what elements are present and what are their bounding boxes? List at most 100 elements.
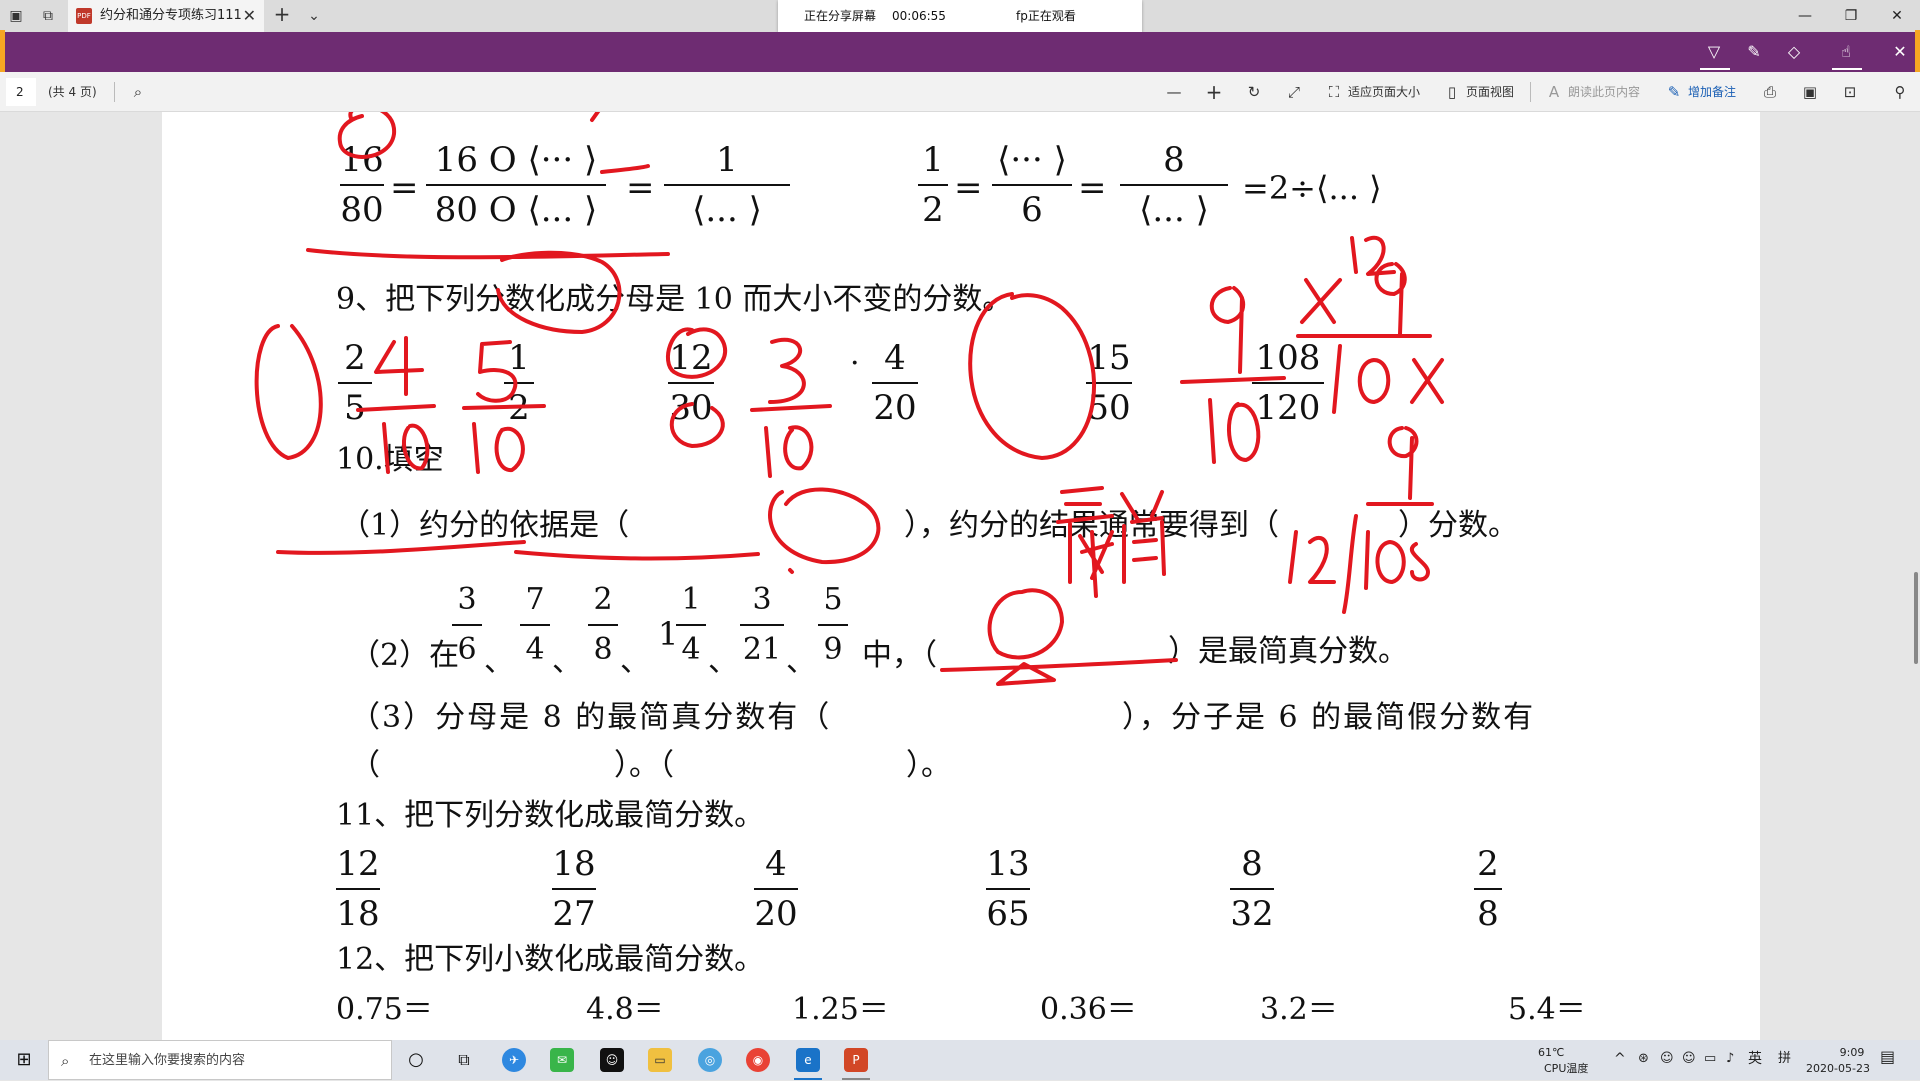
ink-handwriting-9	[1387, 426, 1419, 500]
new-tab-icon[interactable]: +	[272, 4, 292, 24]
scrollbar-thumb[interactable]	[1914, 572, 1918, 664]
ink-circle	[666, 327, 728, 379]
ink-underline	[306, 248, 670, 260]
add-note-button[interactable]: 增加备注	[1688, 72, 1736, 112]
eraser-icon[interactable]: ◇	[1782, 40, 1806, 64]
rotate-icon[interactable]: ↻	[1244, 82, 1264, 102]
ink-handwriting-zui	[1056, 486, 1114, 584]
zoom-in-icon[interactable]: +	[1204, 82, 1224, 102]
minimize-icon[interactable]: —	[1782, 0, 1828, 32]
qq-tray-icon[interactable]: ☺	[1682, 1052, 1696, 1066]
share-frame-corner	[0, 30, 5, 74]
tab-dropdown-icon[interactable]: ⌄	[304, 6, 324, 26]
save-as-icon[interactable]: ⊡	[1840, 82, 1860, 102]
chevron-up-icon[interactable]: ^	[1614, 1052, 1626, 1066]
ink-underline	[940, 658, 1178, 672]
volume-icon[interactable]: ♪	[1726, 1052, 1734, 1066]
ink-handwriting-12	[1288, 530, 1336, 584]
divider	[114, 82, 115, 102]
fit-page-icon[interactable]: ⛶	[1324, 82, 1344, 102]
pen-icon[interactable]: ▽	[1702, 40, 1726, 64]
ink-fraction-bar	[750, 404, 832, 412]
ink-circle	[987, 588, 1064, 660]
save-icon[interactable]: ▣	[1800, 82, 1820, 102]
powerpoint-icon[interactable]: P	[844, 1048, 868, 1072]
ink-circle	[968, 292, 1097, 460]
ink-handwriting-jian	[1120, 490, 1166, 584]
add-note-icon[interactable]: ✎	[1664, 82, 1684, 102]
ink-handwriting-10	[382, 422, 430, 474]
highlighter-icon[interactable]: ✎	[1742, 40, 1766, 64]
close-window-icon[interactable]: ✕	[1874, 0, 1920, 32]
ink-handwriting-9	[1209, 286, 1245, 374]
ink-stroke	[590, 112, 601, 122]
pdf-toolbar: 2 (共 4 页) ⌕ — + ↻ ⤢ ⛶ 适应页面大小 ▯ 页面视图 A 朗读…	[0, 72, 1920, 112]
pen-active-indicator	[1700, 68, 1730, 70]
zoom-out-icon[interactable]: —	[1164, 82, 1184, 102]
ink-fraction-bar	[1180, 376, 1286, 384]
feishu-icon[interactable]: ✈	[502, 1048, 526, 1072]
read-aloud-icon[interactable]: A	[1544, 82, 1564, 102]
divider	[1530, 82, 1531, 102]
ink-annotations	[254, 112, 1444, 686]
cpu-temp-label: CPU温度	[1544, 1062, 1589, 1075]
ink-circle	[254, 324, 323, 460]
ink-fraction-bar	[462, 404, 546, 410]
ink-circle	[669, 402, 725, 448]
print-icon[interactable]: ⎙	[1760, 82, 1780, 102]
pdf-viewer[interactable]: 16 80 = 16 O ⟨··· ⟩ 80 O ⟨... ⟩ = 1 ⟨... ⟩ …	[0, 112, 1920, 1040]
ink-fraction-bar	[356, 404, 436, 412]
qq-tray-icon[interactable]: ☺	[1660, 1052, 1674, 1066]
ink-circle	[768, 487, 881, 565]
ink-handwriting-10	[1208, 398, 1261, 464]
ink-handwriting-3	[768, 337, 806, 404]
wechat-icon[interactable]: ✉	[550, 1048, 574, 1072]
read-aloud-button[interactable]: 朗读此页内容	[1568, 72, 1640, 112]
page-number-input[interactable]: 2	[6, 78, 36, 106]
page-view-button[interactable]: 页面视图	[1466, 72, 1514, 112]
ime-mode-indicator[interactable]: 拼	[1778, 1052, 1791, 1066]
ime-indicator[interactable]: 英	[1748, 1052, 1762, 1066]
qq-icon[interactable]: ☺	[600, 1048, 624, 1072]
notifications-icon[interactable]: ▤	[1880, 1049, 1895, 1065]
file-explorer-icon[interactable]: ▭	[648, 1048, 672, 1072]
search-input[interactable]: 在这里输入你要搜索的内容	[89, 1041, 245, 1081]
share-status: 正在分享屏幕	[804, 9, 877, 23]
cortana-icon[interactable]: ○	[404, 1048, 428, 1072]
ink-handwriting-x	[1300, 278, 1342, 324]
clock-date[interactable]: 2020-05-23	[1796, 1062, 1880, 1076]
tab-close-icon[interactable]: ✕	[243, 0, 256, 32]
ink-handwriting-108	[1364, 530, 1430, 590]
fit-page-button[interactable]: 适应页面大小	[1348, 72, 1420, 112]
touch-writing-icon[interactable]: ☝	[1834, 40, 1858, 64]
search-icon: ⌕	[61, 1052, 70, 1070]
ink-handwriting-10	[764, 425, 814, 478]
ink-handwriting-4	[374, 336, 424, 396]
screen-share-banner: 正在分享屏幕 00:06:55 fp正在观看	[778, 0, 1142, 32]
set-aside-tabs-icon[interactable]: ⧉	[38, 6, 58, 26]
task-view-icon[interactable]: ⧉	[452, 1048, 476, 1072]
chrome-icon[interactable]: ◉	[746, 1048, 770, 1072]
pin-toolbar-icon[interactable]: ⚲	[1890, 82, 1910, 102]
ink-handwriting-108	[1332, 344, 1444, 414]
tab-list-icon[interactable]: ▣	[6, 6, 26, 26]
share-viewer: fp正在观看	[1016, 9, 1076, 23]
network-icon[interactable]: ▭	[1704, 1052, 1716, 1066]
ink-underline	[514, 550, 760, 561]
browser-icon[interactable]: ◎	[698, 1048, 722, 1072]
start-icon[interactable]: ⊞	[12, 1048, 36, 1072]
windows-taskbar: ⊞ ⌕ 在这里输入你要搜索的内容 ○ ⧉ ✈ ✉ ☺ ▭ ◎ ◉ e P 61℃…	[0, 1040, 1920, 1080]
pdf-page: 16 80 = 16 O ⟨··· ⟩ 80 O ⟨... ⟩ = 1 ⟨... ⟩ …	[162, 112, 1760, 1040]
tab-pdf[interactable]: PDF 约分和通分专项练习111 ✕	[68, 0, 264, 32]
ink-vertical-stroke	[1090, 530, 1098, 598]
ink-underline	[276, 540, 526, 555]
tray-app-icon[interactable]: ⊛	[1638, 1052, 1649, 1066]
restore-icon[interactable]: ❐	[1828, 0, 1874, 32]
taskbar-search[interactable]: ⌕ 在这里输入你要搜索的内容	[48, 1040, 392, 1080]
find-icon[interactable]: ⌕	[128, 82, 148, 102]
edge-icon[interactable]: e	[796, 1048, 820, 1072]
share-frame-corner	[1915, 30, 1920, 74]
exit-ink-icon[interactable]: ✕	[1888, 40, 1912, 64]
full-screen-icon[interactable]: ⤢	[1284, 82, 1304, 102]
page-view-icon[interactable]: ▯	[1442, 82, 1462, 102]
